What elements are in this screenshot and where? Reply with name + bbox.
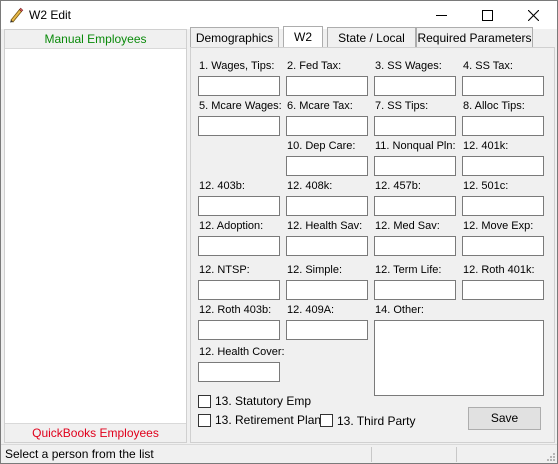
health-sav-input[interactable] <box>286 236 368 256</box>
move-exp-input[interactable] <box>462 236 544 256</box>
maximize-icon <box>481 9 493 21</box>
fed-tax-input[interactable] <box>286 76 368 96</box>
tab-state-local[interactable]: State / Local <box>327 27 416 48</box>
alloc-tips-label: 8. Alloc Tips: <box>463 100 525 112</box>
408k-input[interactable] <box>286 196 368 216</box>
ss-tips-label: 7. SS Tips: <box>375 100 429 112</box>
roth-401k-input[interactable] <box>462 280 544 300</box>
457b-input[interactable] <box>374 196 456 216</box>
save-button[interactable]: Save <box>468 407 541 430</box>
ss-wages-label: 3. SS Wages: <box>375 60 442 72</box>
wages-tips-label: 1. Wages, Tips: <box>199 60 275 72</box>
med-sav-label: 12. Med Sav: <box>375 220 440 232</box>
403b-input[interactable] <box>198 196 280 216</box>
employee-list[interactable] <box>5 50 186 422</box>
401k-input[interactable] <box>462 156 544 176</box>
fed-tax-label: 2. Fed Tax: <box>287 60 342 72</box>
mcare-tax-label: 6. Mcare Tax: <box>287 100 353 112</box>
simple-input[interactable] <box>286 280 368 300</box>
401k-label: 12. 401k: <box>463 140 509 152</box>
ss-tax-label: 4. SS Tax: <box>463 60 513 72</box>
window-title: W2 Edit <box>29 8 72 22</box>
408k-label: 12. 408k: <box>287 180 333 192</box>
tab-required-parameters[interactable]: Required Parameters <box>416 27 533 48</box>
status-text: Select a person from the list <box>5 447 154 461</box>
roth-403b-input[interactable] <box>198 320 280 340</box>
med-sav-input[interactable] <box>374 236 456 256</box>
close-icon <box>527 9 539 21</box>
w2-tab-panel: 1. Wages, Tips: 2. Fed Tax: 3. SS Wages:… <box>190 47 555 443</box>
dep-care-input[interactable] <box>286 156 368 176</box>
employee-list-pane[interactable]: Manual Employees QuickBooks Employees <box>4 29 187 443</box>
retirement-plan-label[interactable]: 13. Retirement Plan <box>215 413 321 427</box>
move-exp-label: 12. Move Exp: <box>463 220 534 232</box>
457b-label: 12. 457b: <box>375 180 421 192</box>
mcare-wages-input[interactable] <box>198 116 280 136</box>
health-sav-label: 12. Health Sav: <box>287 220 363 232</box>
close-button[interactable] <box>513 1 553 29</box>
w2-edit-window: W2 Edit Manual Employees QuickBooks Empl… <box>0 0 558 464</box>
minimize-button[interactable] <box>421 1 461 29</box>
third-party-checkbox[interactable] <box>320 414 333 427</box>
ss-wages-input[interactable] <box>374 76 456 96</box>
alloc-tips-input[interactable] <box>462 116 544 136</box>
third-party-label[interactable]: 13. Third Party <box>337 414 415 428</box>
status-separator <box>371 447 372 462</box>
501c-input[interactable] <box>462 196 544 216</box>
ss-tax-input[interactable] <box>462 76 544 96</box>
other-label: 14. Other: <box>375 304 424 316</box>
mcare-wages-label: 5. Mcare Wages: <box>199 100 282 112</box>
title-bar[interactable]: W2 Edit <box>1 1 557 29</box>
health-cover-label: 12. Health Cover: <box>199 346 285 358</box>
dep-care-label: 10. Dep Care: <box>287 140 356 152</box>
maximize-button[interactable] <box>467 1 507 29</box>
minimize-icon <box>435 10 447 21</box>
other-textarea[interactable] <box>374 320 544 396</box>
simple-label: 12. Simple: <box>287 264 343 276</box>
term-life-input[interactable] <box>374 280 456 300</box>
ntsp-label: 12. NTSP: <box>199 264 250 276</box>
health-cover-input[interactable] <box>198 362 280 382</box>
ss-tips-input[interactable] <box>374 116 456 136</box>
tab-w2[interactable]: W2 <box>283 26 323 48</box>
adoption-input[interactable] <box>198 236 280 256</box>
409a-label: 12. 409A: <box>287 304 335 316</box>
roth-403b-label: 12. Roth 403b: <box>199 304 272 316</box>
term-life-label: 12. Term Life: <box>375 264 442 276</box>
retirement-plan-checkbox[interactable] <box>198 414 211 427</box>
adoption-label: 12. Adoption: <box>199 220 264 232</box>
ntsp-input[interactable] <box>198 280 280 300</box>
nonqual-pln-input[interactable] <box>374 156 456 176</box>
501c-label: 12. 501c: <box>463 180 509 192</box>
tab-demographics[interactable]: Demographics <box>190 27 279 48</box>
statutory-emp-checkbox[interactable] <box>198 395 211 408</box>
quickbooks-employees-footer[interactable]: QuickBooks Employees <box>5 423 186 442</box>
status-separator <box>456 447 457 462</box>
status-bar: Select a person from the list <box>1 444 557 463</box>
pencil-icon <box>8 7 24 23</box>
mcare-tax-input[interactable] <box>286 116 368 136</box>
roth-401k-label: 12. Roth 401k: <box>463 264 535 276</box>
resize-grip-icon[interactable] <box>545 451 555 461</box>
wages-tips-input[interactable] <box>198 76 280 96</box>
403b-label: 12. 403b: <box>199 180 245 192</box>
statutory-emp-label[interactable]: 13. Statutory Emp <box>215 394 311 408</box>
409a-input[interactable] <box>286 320 368 340</box>
manual-employees-header[interactable]: Manual Employees <box>5 30 186 49</box>
nonqual-pln-label: 11. Nonqual Pln: <box>375 140 456 152</box>
